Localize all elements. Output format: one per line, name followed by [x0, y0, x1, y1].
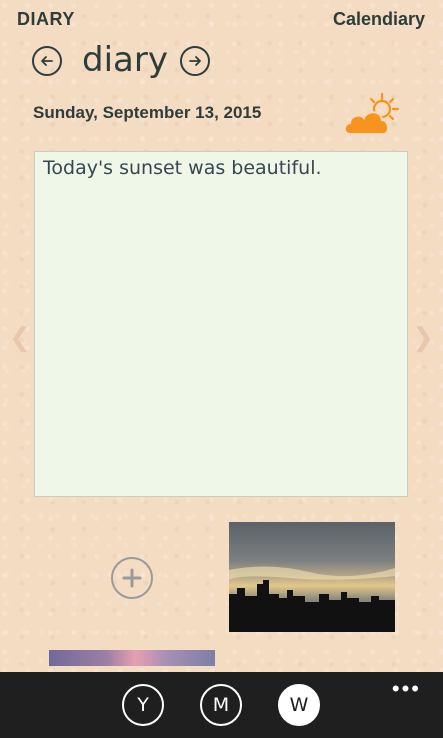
year-view-button[interactable]: Y	[122, 684, 164, 726]
sunset-photo-thumbnail[interactable]	[229, 522, 395, 632]
photo-thumbnail-strip[interactable]	[49, 650, 215, 666]
entry-date: Sunday, September 13, 2015	[33, 103, 262, 122]
more-options-icon[interactable]: •••	[392, 676, 421, 702]
next-day-button[interactable]	[180, 46, 210, 76]
page-title: diary	[82, 40, 168, 80]
week-view-button[interactable]: W	[278, 684, 320, 726]
partly-sunny-icon[interactable]	[342, 92, 400, 138]
diary-entry-textarea[interactable]: Today's sunset was beautiful.	[34, 151, 408, 497]
previous-page-chevron-icon[interactable]: ❮	[9, 322, 31, 353]
calendiary-link[interactable]: Calendiary	[333, 9, 425, 30]
arrow-left-icon	[41, 56, 53, 66]
arrow-right-icon	[189, 56, 201, 66]
plus-icon	[122, 568, 142, 588]
previous-day-button[interactable]	[32, 46, 62, 76]
next-page-chevron-icon[interactable]: ❯	[412, 322, 434, 353]
month-view-button[interactable]: M	[200, 684, 242, 726]
app-name: DIARY	[17, 9, 75, 29]
add-photo-button[interactable]	[111, 557, 153, 599]
